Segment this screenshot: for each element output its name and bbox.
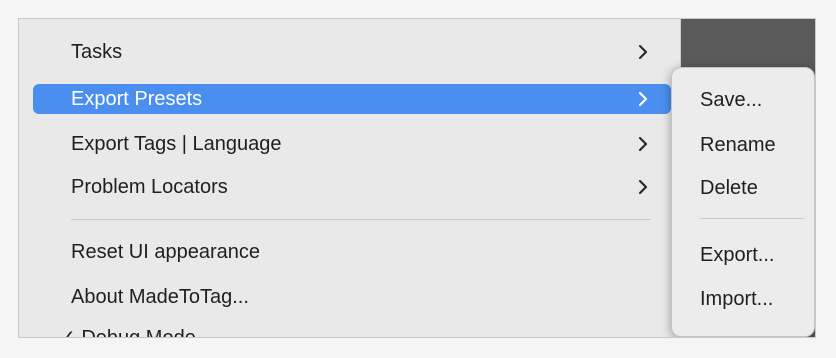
menu-item-export-presets[interactable]: Export Presets: [33, 84, 671, 114]
context-menu: Tasks Export Presets Export Tags | Langu…: [19, 19, 681, 337]
menu-item-label: Tasks: [71, 40, 123, 63]
menu-item-problem-locators[interactable]: Problem Locators: [33, 172, 671, 202]
menu-item-export-tags-language[interactable]: Export Tags | Language: [33, 129, 671, 159]
submenu-item-export[interactable]: Export...: [678, 240, 808, 270]
chevron-right-icon: [637, 172, 649, 202]
screenshot-frame: Tasks Export Presets Export Tags | Langu…: [18, 18, 816, 338]
submenu-item-import[interactable]: Import...: [678, 284, 808, 314]
menu-separator: [71, 219, 651, 220]
menu-item-label: Reset UI appearance: [71, 240, 261, 263]
menu-item-about-madetotag[interactable]: About MadeToTag...: [33, 282, 671, 312]
chevron-right-icon: [637, 37, 649, 67]
export-presets-submenu: Save... Rename Delete Export... Import..…: [671, 67, 815, 337]
chevron-right-icon: [637, 129, 649, 159]
submenu-separator: [700, 218, 804, 219]
submenu-item-save[interactable]: Save...: [678, 85, 808, 115]
menu-item-label: About MadeToTag...: [71, 285, 249, 308]
submenu-item-delete[interactable]: Delete: [678, 173, 808, 203]
submenu-item-rename[interactable]: Rename: [678, 130, 808, 160]
menu-item-label: Problem Locators: [71, 175, 228, 198]
screenshot-stage: Tasks Export Presets Export Tags | Langu…: [0, 0, 836, 358]
menu-item-reset-ui-appearance[interactable]: Reset UI appearance: [33, 237, 671, 267]
chevron-right-icon: [637, 84, 649, 114]
menu-item-label: Export Presets: [71, 87, 203, 110]
menu-item-tasks[interactable]: Tasks: [33, 37, 671, 67]
menu-item-debug-mode-partial[interactable]: ✓ Debug Mode: [59, 325, 196, 337]
menu-item-label: Export Tags | Language: [71, 132, 282, 155]
